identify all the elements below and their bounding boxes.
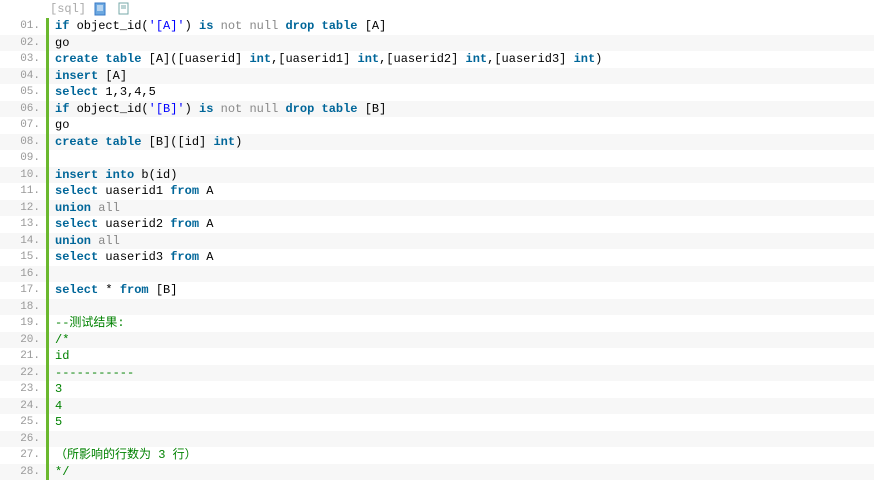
line-number: 07. [0,117,46,134]
view-plain-icon[interactable] [94,2,108,16]
code-line: 13.select uaserid2 from A [0,216,874,233]
code-content: id [49,348,69,365]
line-number: 15. [0,249,46,266]
gutter-bar [46,150,49,167]
code-content: ----------- [49,365,134,382]
line-number: 28. [0,464,46,481]
copy-icon[interactable] [116,2,130,16]
code-line: 27.（所影响的行数为 3 行） [0,447,874,464]
code-content: create table [A]([uaserid] int,[uaserid1… [49,51,602,68]
code-line: 20./* [0,332,874,349]
code-content: union all [49,233,120,250]
code-line: 02.go [0,35,874,52]
code-line: 11.select uaserid1 from A [0,183,874,200]
code-line: 03.create table [A]([uaserid] int,[uaser… [0,51,874,68]
line-number: 14. [0,233,46,250]
code-content: select uaserid1 from A [49,183,213,200]
code-line: 14.union all [0,233,874,250]
code-content: select uaserid3 from A [49,249,213,266]
code-content: insert into b(id) [49,167,177,184]
code-line: 21.id [0,348,874,365]
line-number: 10. [0,167,46,184]
code-content: */ [49,464,69,481]
line-number: 02. [0,35,46,52]
code-line: 18. [0,299,874,316]
code-line: 10.insert into b(id) [0,167,874,184]
line-number: 09. [0,150,46,167]
code-line: 07.go [0,117,874,134]
code-block: [sql] 01.if object_id('[A]') is not null… [0,0,874,480]
code-line: 17.select * from [B] [0,282,874,299]
line-number: 23. [0,381,46,398]
code-content: if object_id('[B]') is not null drop tab… [49,101,386,118]
code-content: go [49,117,69,134]
code-content: /* [49,332,69,349]
code-content: if object_id('[A]') is not null drop tab… [49,18,386,35]
code-line: 22.----------- [0,365,874,382]
line-number: 22. [0,365,46,382]
line-number: 05. [0,84,46,101]
code-line: 12.union all [0,200,874,217]
code-content: 4 [49,398,62,415]
code-line: 16. [0,266,874,283]
code-header: [sql] [0,0,874,18]
line-number: 20. [0,332,46,349]
line-number: 06. [0,101,46,118]
line-number: 13. [0,216,46,233]
code-line: 26. [0,431,874,448]
line-number: 26. [0,431,46,448]
code-lines: 01.if object_id('[A]') is not null drop … [0,18,874,480]
gutter-bar [46,266,49,283]
code-line: 24.4 [0,398,874,415]
code-line: 19.--测试结果: [0,315,874,332]
code-content: select 1,3,4,5 [49,84,156,101]
gutter-bar [46,431,49,448]
code-content: --测试结果: [49,315,125,332]
code-content: go [49,35,69,52]
code-content: create table [B]([id] int) [49,134,242,151]
code-content: insert [A] [49,68,127,85]
code-content: （所影响的行数为 3 行） [49,447,197,464]
code-line: 15.select uaserid3 from A [0,249,874,266]
code-line: 25.5 [0,414,874,431]
code-line: 04.insert [A] [0,68,874,85]
gutter-bar [46,299,49,316]
code-content: select * from [B] [49,282,177,299]
line-number: 08. [0,134,46,151]
code-line: 01.if object_id('[A]') is not null drop … [0,18,874,35]
code-content: union all [49,200,120,217]
code-content: select uaserid2 from A [49,216,213,233]
line-number: 16. [0,266,46,283]
code-line: 28.*/ [0,464,874,481]
line-number: 01. [0,18,46,35]
line-number: 19. [0,315,46,332]
line-number: 11. [0,183,46,200]
code-line: 23.3 [0,381,874,398]
line-number: 12. [0,200,46,217]
code-line: 08.create table [B]([id] int) [0,134,874,151]
code-content: 3 [49,381,62,398]
line-number: 04. [0,68,46,85]
language-label: [sql] [50,2,86,16]
line-number: 27. [0,447,46,464]
line-number: 25. [0,414,46,431]
line-number: 17. [0,282,46,299]
line-number: 18. [0,299,46,316]
code-line: 09. [0,150,874,167]
line-number: 21. [0,348,46,365]
code-line: 06.if object_id('[B]') is not null drop … [0,101,874,118]
line-number: 24. [0,398,46,415]
code-content: 5 [49,414,62,431]
line-number: 03. [0,51,46,68]
code-line: 05.select 1,3,4,5 [0,84,874,101]
